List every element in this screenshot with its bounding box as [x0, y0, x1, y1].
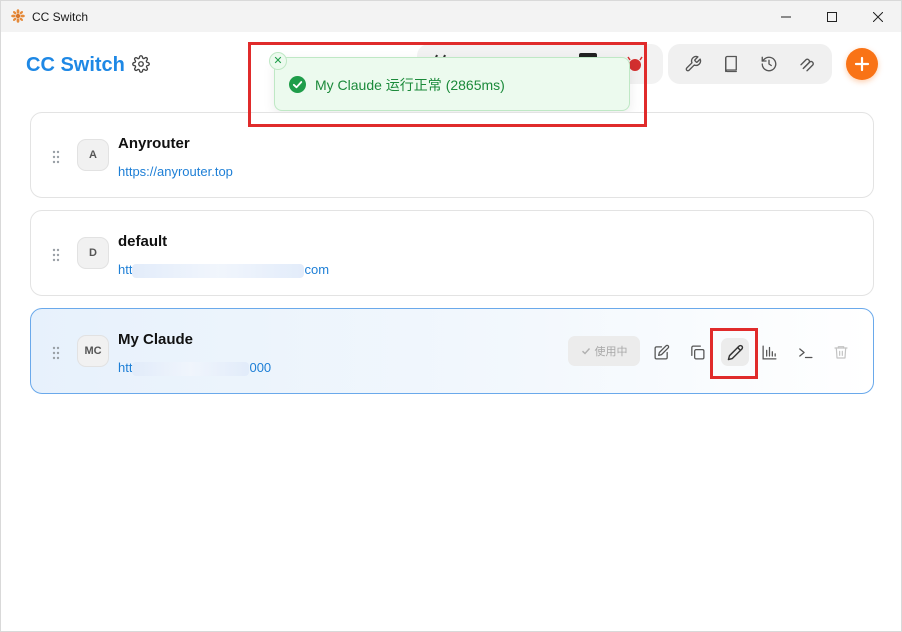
test-connection-button[interactable]	[721, 338, 749, 366]
provider-card-my-claude[interactable]: MC My Claude htt 000 使用中	[30, 308, 874, 394]
usage-stats-button[interactable]	[759, 342, 779, 362]
drag-handle-icon[interactable]	[52, 346, 60, 360]
gear-icon	[132, 55, 150, 73]
close-button[interactable]	[855, 1, 901, 32]
edit-button[interactable]	[651, 342, 671, 362]
toast-notification: ✕ My Claude 运行正常 (2865ms)	[269, 52, 630, 111]
history-icon	[761, 56, 777, 72]
minimize-button[interactable]	[763, 1, 809, 32]
app-logo-icon	[11, 9, 25, 23]
paperclip-icon	[800, 58, 814, 72]
bar-chart-icon	[761, 344, 777, 360]
avatar: MC	[77, 335, 109, 367]
url-suffix: com	[304, 262, 330, 277]
tools-button[interactable]	[677, 48, 709, 80]
provider-url-link[interactable]: htt 000	[118, 360, 271, 376]
provider-name: My Claude	[118, 331, 194, 348]
prompts-button[interactable]	[715, 48, 747, 80]
delete-button[interactable]	[831, 342, 851, 362]
edit-icon	[653, 344, 669, 360]
check-circle-icon	[289, 76, 306, 93]
close-icon	[873, 11, 883, 22]
duplicate-button[interactable]	[687, 342, 707, 362]
avatar: A	[77, 139, 109, 171]
url-suffix: 000	[249, 360, 272, 375]
wrench-icon	[685, 55, 702, 72]
window-title: CC Switch	[32, 10, 89, 24]
add-provider-button[interactable]	[846, 48, 878, 80]
in-use-label: 使用中	[594, 346, 628, 358]
close-icon: ✕	[273, 54, 283, 67]
drag-handle-icon[interactable]	[52, 248, 60, 262]
url-prefix: htt	[118, 262, 133, 277]
provider-url-link[interactable]: htt com	[118, 262, 329, 278]
redacted-url	[132, 361, 250, 376]
toast-close-button[interactable]: ✕	[269, 52, 287, 70]
redacted-url	[132, 263, 305, 278]
settings-button[interactable]	[132, 55, 150, 73]
tools-toolbar	[668, 44, 832, 84]
brand-title[interactable]: CC Switch	[26, 54, 125, 77]
in-use-badge: 使用中	[568, 336, 640, 366]
title-bar: CC Switch	[1, 1, 901, 32]
mcp-button[interactable]	[791, 48, 823, 80]
provider-name: default	[118, 233, 168, 250]
avatar: D	[77, 237, 109, 269]
provider-card-default[interactable]: D default htt com	[30, 210, 874, 296]
drag-handle-icon[interactable]	[52, 150, 60, 164]
provider-card-anyrouter[interactable]: A Anyrouter https://anyrouter.top	[30, 112, 874, 198]
url-prefix: htt	[118, 360, 133, 375]
copy-icon	[690, 344, 705, 360]
terminal-button[interactable]	[795, 342, 815, 362]
toast-message: My Claude 运行正常 (2865ms)	[315, 77, 505, 93]
pencil-icon	[727, 344, 743, 360]
maximize-button[interactable]	[809, 1, 855, 32]
check-icon	[581, 348, 590, 355]
book-icon	[725, 55, 737, 73]
plus-icon	[854, 56, 870, 72]
terminal-icon	[798, 347, 813, 358]
app-window: CC Switch CC Switch ✕ My Claude 运行正常 (28…	[0, 0, 902, 632]
minimize-icon	[781, 16, 791, 17]
maximize-icon	[827, 11, 837, 22]
provider-name: Anyrouter	[118, 135, 190, 152]
history-button[interactable]	[753, 48, 785, 80]
trash-icon	[834, 346, 848, 359]
provider-url-link[interactable]: https://anyrouter.top	[118, 164, 233, 179]
